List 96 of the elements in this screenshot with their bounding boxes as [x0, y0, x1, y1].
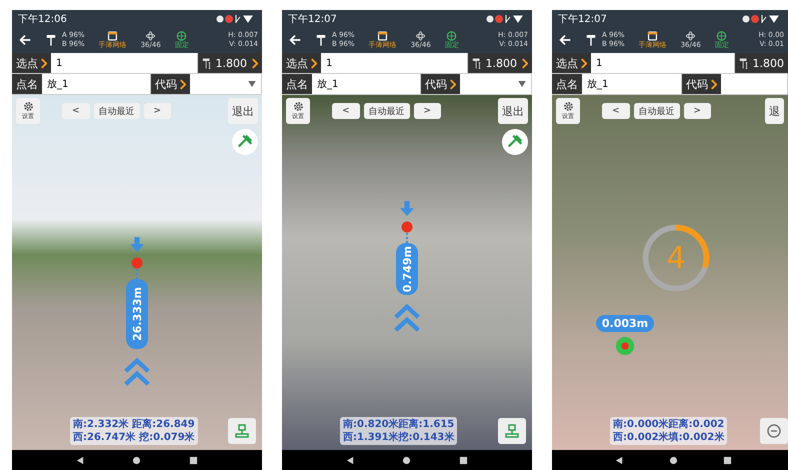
next-button[interactable]: > [144, 103, 172, 119]
status-icons-icon [486, 14, 526, 24]
satellite-icon [415, 30, 426, 40]
exit-button[interactable]: 退 [765, 98, 784, 124]
chevron-icon [310, 58, 317, 68]
code-button[interactable]: 代码 [420, 74, 460, 94]
back-arrow-icon[interactable] [288, 33, 302, 47]
tablet-icon [107, 30, 118, 40]
readout-line: 南:0.000米距离:0.002 [613, 418, 724, 431]
pole-height-button[interactable]: 1.800 [734, 53, 788, 73]
chevron-icon [251, 58, 258, 68]
settings-icon [562, 101, 574, 112]
status-icons-icon [216, 14, 256, 24]
pole-icon [472, 56, 482, 70]
target-dot-icon [131, 257, 143, 269]
down-arrow-icon [130, 237, 144, 253]
back-icon[interactable] [76, 456, 85, 464]
exit-button[interactable]: 退出 [498, 98, 528, 124]
previous-button[interactable]: < [602, 103, 630, 119]
status-time: 下午12:07 [288, 12, 337, 26]
distance-text: 0.749m [400, 246, 414, 292]
target-dot-icon [615, 336, 635, 356]
status-time: 下午12:07 [558, 12, 607, 26]
auto-nearest-button[interactable]: 自动最近 [94, 103, 140, 119]
pole-height-button[interactable]: 1.800 [468, 53, 532, 73]
tablet-icon [647, 30, 658, 40]
chevron-icon [580, 58, 587, 68]
next-button[interactable]: > [414, 103, 442, 119]
readout-line: 南:0.820米距离:1.615 [343, 418, 454, 431]
status-icons-icon [742, 14, 782, 24]
select-point-button[interactable]: 选点 [282, 53, 321, 73]
chevron-icon [710, 78, 718, 90]
chevron-icon [521, 58, 528, 68]
satellite-icon [685, 30, 696, 40]
up-chevrons-icon [394, 303, 420, 334]
stake-button[interactable] [498, 418, 526, 444]
chevron-icon [40, 58, 47, 68]
zoom-out-button[interactable] [760, 418, 788, 444]
auto-nearest-button[interactable]: 自动最近 [364, 103, 410, 119]
up-chevrons-icon [124, 356, 150, 387]
readout-line: 西:26.747米 挖:0.079米 [73, 431, 195, 444]
back-icon[interactable] [614, 456, 624, 464]
code-button[interactable]: 代码 [150, 74, 190, 94]
home-icon[interactable] [132, 456, 142, 464]
pole-height-value: 1.800 [216, 56, 247, 70]
next-button[interactable]: > [684, 103, 712, 119]
receiver-icon [586, 33, 596, 47]
crosshair-icon [176, 30, 188, 40]
select-point-button[interactable]: 选点 [12, 53, 51, 73]
distance-text: 26.333m [130, 287, 144, 341]
previous-button[interactable]: < [62, 103, 90, 119]
back-arrow-icon[interactable] [18, 33, 32, 47]
caret-icon [518, 81, 526, 87]
point-name-label: 点名 [282, 74, 312, 94]
pole-icon [202, 56, 212, 70]
point-name-label: 点名 [12, 74, 42, 94]
caret-icon [248, 81, 256, 87]
status-time: 下午12:06 [18, 12, 67, 26]
select-point-button[interactable]: 选点 [552, 53, 591, 73]
receiver-icon [316, 33, 326, 47]
recents-icon[interactable] [189, 456, 198, 464]
recents-icon[interactable] [459, 456, 468, 464]
code-button[interactable]: 代码 [682, 74, 722, 94]
pole-height-value: 1.800 [486, 56, 517, 70]
pole-height-button[interactable]: 1.800 [198, 53, 262, 73]
readout-line: 西:1.391米挖:0.143米 [343, 431, 454, 444]
chevron-icon [448, 78, 456, 90]
home-icon[interactable] [668, 456, 678, 464]
auto-nearest-button[interactable]: 自动最近 [634, 103, 680, 119]
stake-icon [504, 423, 520, 439]
previous-button[interactable]: < [332, 103, 360, 119]
down-arrow-icon [400, 201, 414, 217]
readout-line: 西:0.002米填:0.002米 [613, 431, 724, 444]
settings-icon [292, 101, 304, 112]
tablet-icon [377, 30, 388, 40]
exit-button[interactable]: 退出 [228, 98, 258, 124]
minus-circle-icon [766, 423, 782, 439]
readout-line: 南:2.332米 距离:26.849 [73, 418, 195, 431]
back-arrow-icon[interactable] [558, 33, 572, 47]
settings-icon [22, 101, 34, 112]
back-icon[interactable] [346, 456, 355, 464]
stake-button[interactable] [228, 418, 256, 444]
home-icon[interactable] [402, 456, 412, 464]
receiver-icon [46, 33, 56, 47]
pole-height-value: 1.800 [752, 56, 784, 70]
distance-pill: 0.003m [596, 315, 654, 332]
pole-icon [738, 56, 748, 70]
crosshair-icon [446, 30, 458, 40]
satellite-icon [145, 30, 156, 40]
chevron-icon [178, 78, 186, 90]
stake-icon [234, 423, 250, 439]
point-name-label: 点名 [552, 74, 582, 94]
recents-icon[interactable] [722, 456, 732, 464]
countdown-number: 4 [666, 240, 686, 276]
crosshair-icon [716, 30, 728, 40]
target-dot-icon [401, 221, 413, 233]
